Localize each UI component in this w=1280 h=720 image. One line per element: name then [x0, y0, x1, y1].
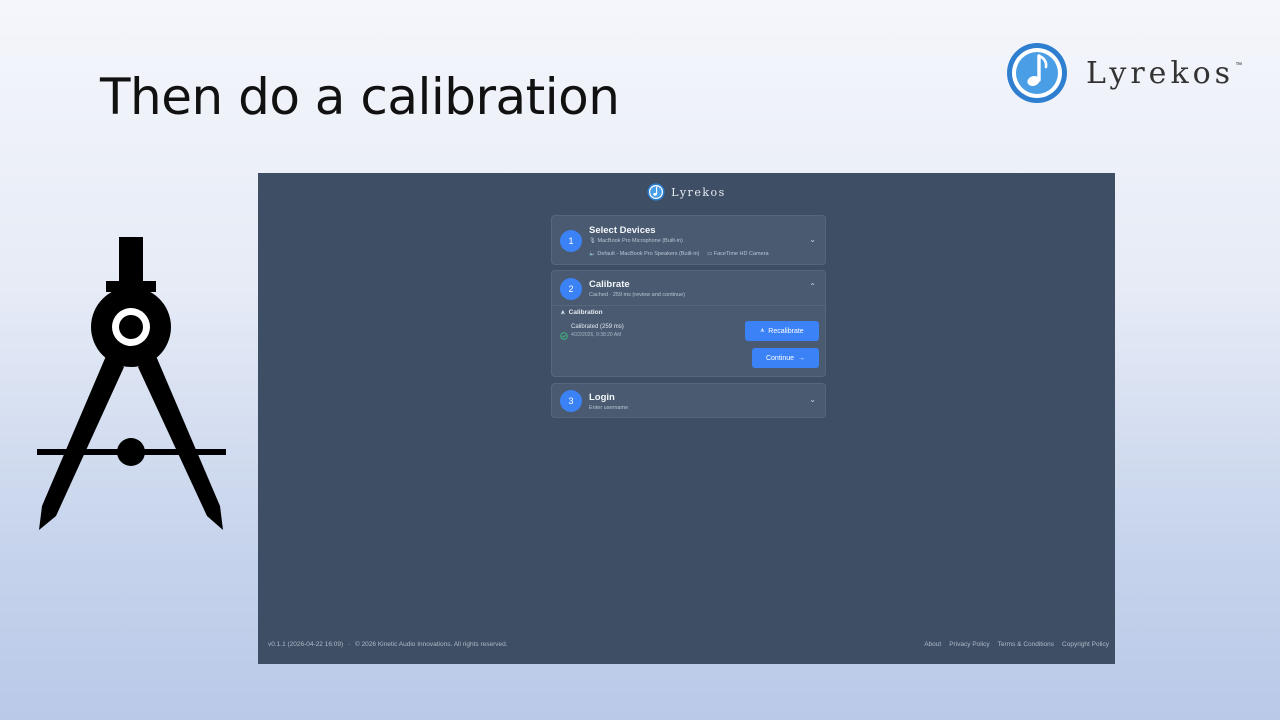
- arrow-right-icon: →: [798, 354, 806, 362]
- continue-button[interactable]: Continue →: [752, 348, 819, 368]
- lyrekos-logo-icon: [1007, 43, 1067, 103]
- footer-left: v0.1.1 (2026-04-22 16:09) · © 2026 Kinet…: [268, 641, 508, 648]
- divider: [552, 305, 825, 306]
- compass-icon: ⩚: [561, 309, 565, 316]
- chevron-up-icon[interactable]: ⌃: [809, 282, 816, 291]
- step-login[interactable]: 3 Login Enter username ⌄: [551, 383, 826, 418]
- calibration-timestamp: 4/22/2026, 9:38:20 AM: [571, 332, 622, 338]
- copyright-text: © 2026 Kinetic Audio Innovations. All ri…: [354, 641, 508, 648]
- step-number: 3: [560, 390, 582, 412]
- drafting-compass-icon: [37, 237, 226, 530]
- recalibrate-label: Recalibrate: [768, 327, 804, 335]
- microphone-device: 🎙 MacBook Pro Microphone (Built-in): [589, 238, 683, 244]
- step-title: Login: [589, 392, 615, 403]
- app-screenshot: Lyrekos 1 Select Devices 🎙 MacBook Pro M…: [258, 173, 1115, 664]
- step-calibrate[interactable]: 2 Calibrate Cached · 259 ms (review and …: [551, 270, 826, 377]
- compass-icon: ⩚: [760, 327, 765, 334]
- step-subtitle: Cached · 259 ms (review and continue): [589, 292, 685, 298]
- microphone-label: MacBook Pro Microphone (Built-in): [597, 238, 683, 244]
- version-label: v0.1.1 (2026-04-22 16:09): [268, 641, 344, 648]
- speaker-icon: 🔈: [589, 251, 596, 257]
- brand-name: Lyrekos: [1086, 55, 1235, 91]
- app-logo-icon: [647, 183, 665, 201]
- microphone-icon: 🎙: [589, 238, 596, 244]
- app-brand-name: Lyrekos: [671, 185, 726, 199]
- footer-link-privacy[interactable]: Privacy Policy: [949, 641, 989, 648]
- step-number: 1: [560, 230, 582, 252]
- calibration-status: Calibrated (259 ms): [571, 324, 624, 330]
- footer-link-copyright[interactable]: Copyright Policy: [1062, 641, 1109, 648]
- continue-label: Continue: [765, 354, 795, 362]
- slide-title: Then do a calibration: [100, 68, 620, 126]
- step-subtitle: Enter username: [589, 405, 629, 411]
- brand: Lyrekos ™: [1006, 42, 1242, 104]
- camera-icon: ▭: [707, 251, 713, 257]
- recalibrate-button[interactable]: ⩚ Recalibrate: [745, 321, 819, 341]
- step-title: Select Devices: [589, 225, 656, 236]
- step-select-devices[interactable]: 1 Select Devices 🎙 MacBook Pro Microphon…: [551, 215, 826, 265]
- calibration-section-label: Calibration: [568, 309, 603, 316]
- footer-link-about[interactable]: About: [924, 641, 941, 648]
- chevron-down-icon[interactable]: ⌄: [809, 395, 816, 404]
- footer-link-terms[interactable]: Terms & Conditions: [998, 641, 1054, 648]
- brand-trademark: ™: [1235, 62, 1243, 69]
- camera-label: FaceTime HD Camera: [713, 251, 769, 257]
- footer-separator: ·: [347, 641, 351, 648]
- check-circle-icon: [560, 327, 568, 345]
- calibration-section: ⩚ Calibration: [561, 309, 603, 317]
- app-header: Lyrekos: [258, 183, 1115, 201]
- step-number: 2: [560, 278, 582, 300]
- app-footer: v0.1.1 (2026-04-22 16:09) · © 2026 Kinet…: [268, 641, 1109, 648]
- speaker-label: Default - MacBook Pro Speakers (Built-in…: [597, 251, 700, 257]
- step-title: Calibrate: [589, 279, 630, 290]
- output-devices: 🔈 Default - MacBook Pro Speakers (Built-…: [589, 251, 769, 257]
- chevron-down-icon[interactable]: ⌄: [809, 235, 816, 244]
- footer-links: About Privacy Policy Terms & Conditions …: [924, 641, 1109, 648]
